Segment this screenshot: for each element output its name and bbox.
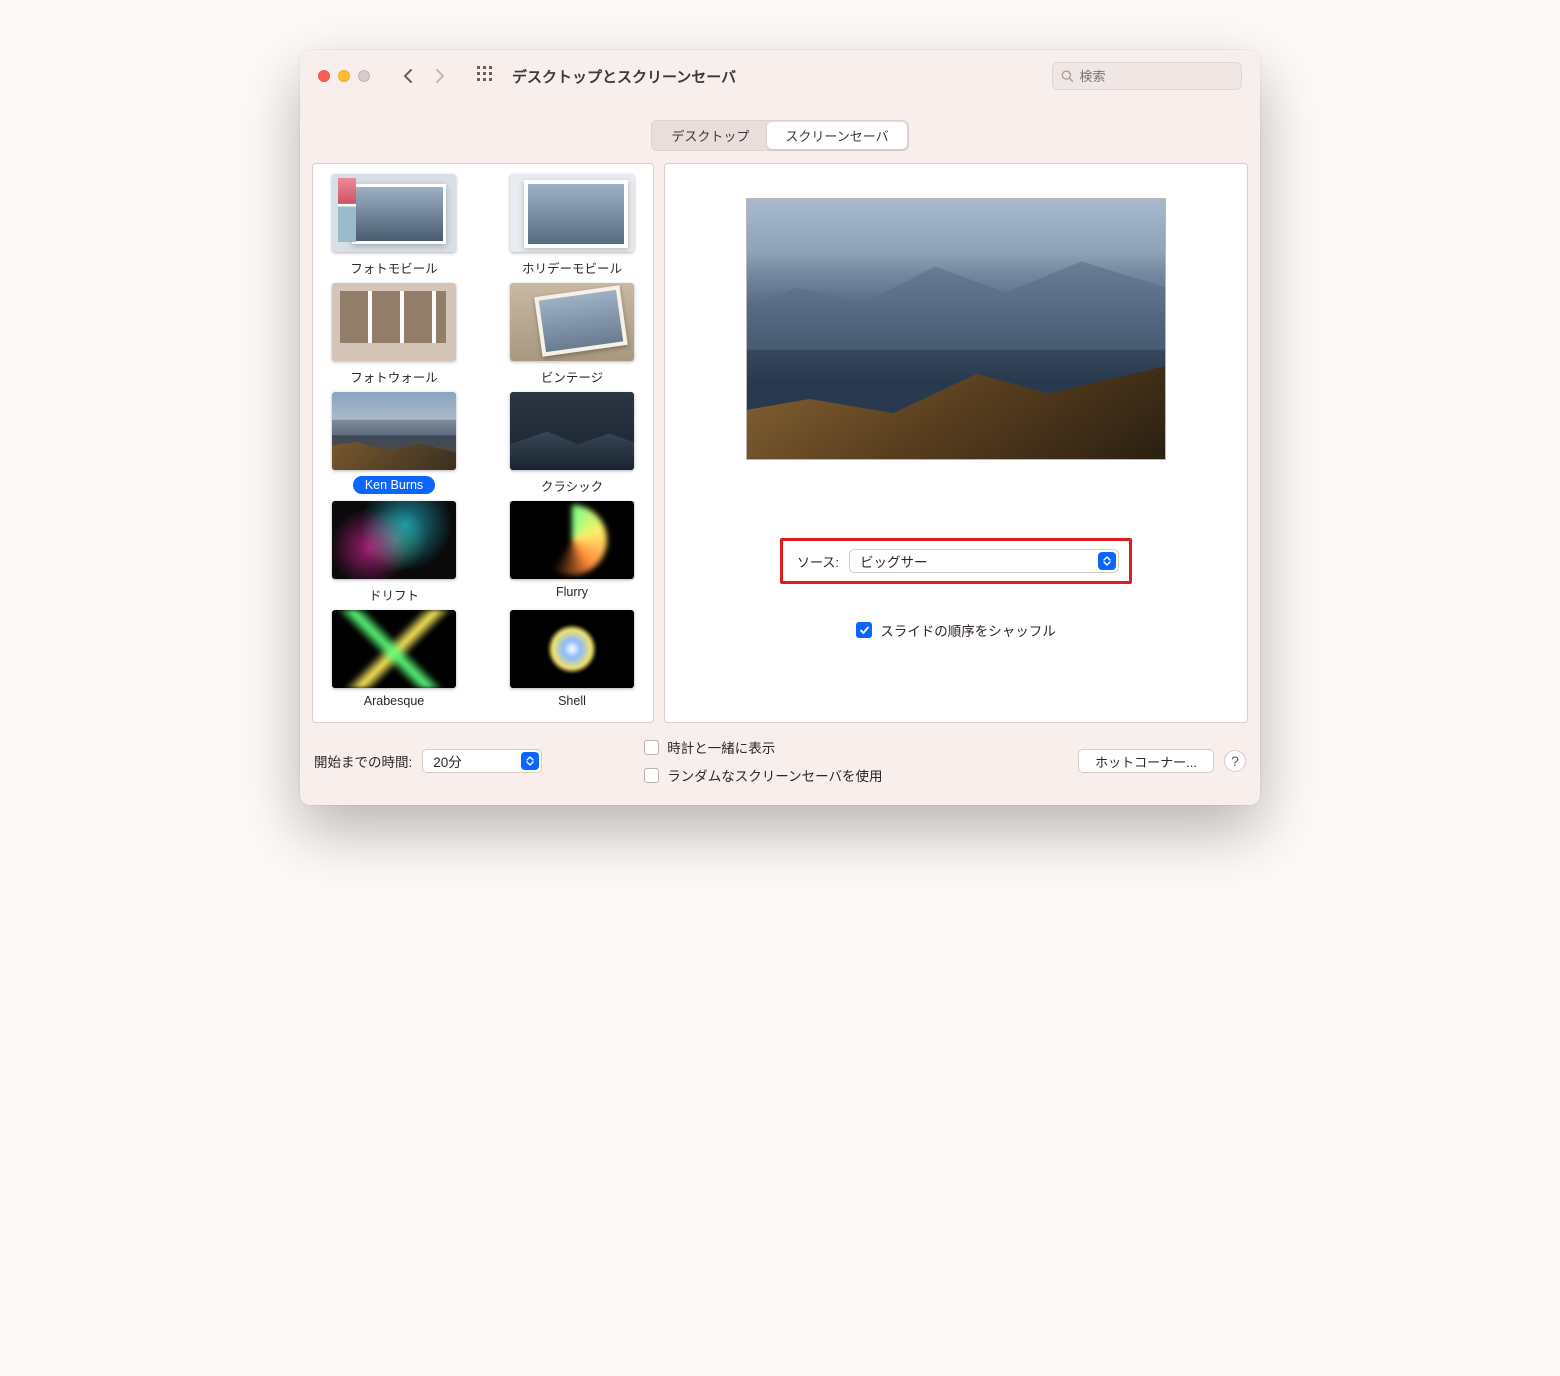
show-clock-row: 時計と一緒に表示	[644, 737, 882, 757]
start-after-select[interactable]: 20分	[422, 749, 542, 773]
back-button[interactable]	[394, 62, 422, 90]
bottom-options: 時計と一緒に表示 ランダムなスクリーンセーバを使用	[644, 737, 882, 785]
nav-buttons	[394, 62, 454, 90]
titlebar: デスクトップとスクリーンセーバ	[300, 50, 1260, 102]
shuffle-checkbox[interactable]	[856, 622, 872, 638]
thumbnail	[510, 174, 634, 252]
source-row: ソース: ビッグサー	[780, 538, 1132, 584]
show-all-icon[interactable]	[476, 65, 494, 88]
preferences-window: デスクトップとスクリーンセーバ デスクトップ スクリーンセーバ フォトモビール …	[300, 50, 1260, 805]
start-after-control: 開始までの時間: 20分	[314, 749, 542, 773]
screensaver-item-photo-mobile[interactable]: フォトモビール	[319, 174, 469, 277]
thumbnail	[332, 283, 456, 361]
close-window-icon[interactable]	[318, 70, 330, 82]
search-field[interactable]	[1052, 62, 1242, 90]
screensaver-label: ホリデーモビール	[522, 258, 622, 277]
thumbnail	[332, 501, 456, 579]
minimize-window-icon[interactable]	[338, 70, 350, 82]
source-label: ソース:	[797, 552, 839, 571]
shuffle-row: スライドの順序をシャッフル	[856, 620, 1056, 640]
thumbnail	[510, 392, 634, 470]
screensaver-item-holiday-mobile[interactable]: ホリデーモビール	[497, 174, 647, 277]
screensaver-label: フォトモビール	[350, 258, 438, 277]
search-input[interactable]	[1080, 69, 1234, 84]
bottom-right: ホットコーナー... ?	[1078, 749, 1246, 773]
check-icon	[859, 625, 870, 636]
bottom-bar: 開始までの時間: 20分 時計と一緒に表示 ランダムなスクリーンセーバを使用 ホ…	[300, 729, 1260, 805]
random-row: ランダムなスクリーンセーバを使用	[644, 765, 882, 785]
tab-screensaver[interactable]: スクリーンセーバ	[767, 122, 906, 149]
screensaver-label: Shell	[558, 694, 586, 708]
screensaver-item-ken-burns[interactable]: Ken Burns	[319, 392, 469, 495]
source-select[interactable]: ビッグサー	[849, 549, 1119, 573]
screensaver-item-classic[interactable]: クラシック	[497, 392, 647, 495]
zoom-window-icon	[358, 70, 370, 82]
random-label: ランダムなスクリーンセーバを使用	[667, 765, 882, 785]
content: フォトモビール ホリデーモビール フォトウォール ビンテージ Ken Burns	[300, 151, 1260, 729]
tab-bar: デスクトップ スクリーンセーバ	[300, 102, 1260, 151]
window-title: デスクトップとスクリーンセーバ	[512, 66, 736, 87]
screensaver-item-arabesque[interactable]: Arabesque	[319, 610, 469, 708]
forward-button	[426, 62, 454, 90]
screensaver-label: クラシック	[541, 476, 603, 495]
screensaver-label: Flurry	[556, 585, 588, 599]
screensaver-label: ビンテージ	[541, 367, 603, 386]
preview-panel: ソース: ビッグサー スライドの順序をシャッフル	[664, 163, 1248, 723]
thumbnail	[510, 610, 634, 688]
show-clock-checkbox[interactable]	[644, 740, 659, 755]
screensaver-preview	[746, 198, 1166, 460]
random-checkbox[interactable]	[644, 768, 659, 783]
shuffle-label: スライドの順序をシャッフル	[880, 620, 1056, 640]
help-button[interactable]: ?	[1224, 750, 1246, 772]
screensaver-list[interactable]: フォトモビール ホリデーモビール フォトウォール ビンテージ Ken Burns	[312, 163, 654, 723]
chevron-updown-icon	[1098, 552, 1116, 570]
tab-desktop[interactable]: デスクトップ	[653, 122, 767, 149]
chevron-updown-icon	[521, 752, 539, 770]
start-after-label: 開始までの時間:	[314, 751, 412, 771]
screensaver-label: Ken Burns	[353, 476, 435, 494]
hot-corners-button[interactable]: ホットコーナー...	[1078, 749, 1214, 773]
screensaver-label: フォトウォール	[350, 367, 438, 386]
search-icon	[1061, 69, 1074, 83]
screensaver-label: ドリフト	[369, 585, 419, 604]
screensaver-item-shell[interactable]: Shell	[497, 610, 647, 708]
source-value: ビッグサー	[860, 551, 928, 571]
screensaver-item-photo-wall[interactable]: フォトウォール	[319, 283, 469, 386]
thumbnail	[510, 501, 634, 579]
start-after-value: 20分	[433, 751, 462, 771]
screensaver-item-drift[interactable]: ドリフト	[319, 501, 469, 604]
thumbnail	[332, 392, 456, 470]
screensaver-item-vintage[interactable]: ビンテージ	[497, 283, 647, 386]
thumbnail	[332, 174, 456, 252]
traffic-lights	[318, 70, 370, 82]
screensaver-item-flurry[interactable]: Flurry	[497, 501, 647, 604]
thumbnail	[332, 610, 456, 688]
show-clock-label: 時計と一緒に表示	[667, 737, 775, 757]
thumbnail	[510, 283, 634, 361]
screensaver-label: Arabesque	[364, 694, 424, 708]
